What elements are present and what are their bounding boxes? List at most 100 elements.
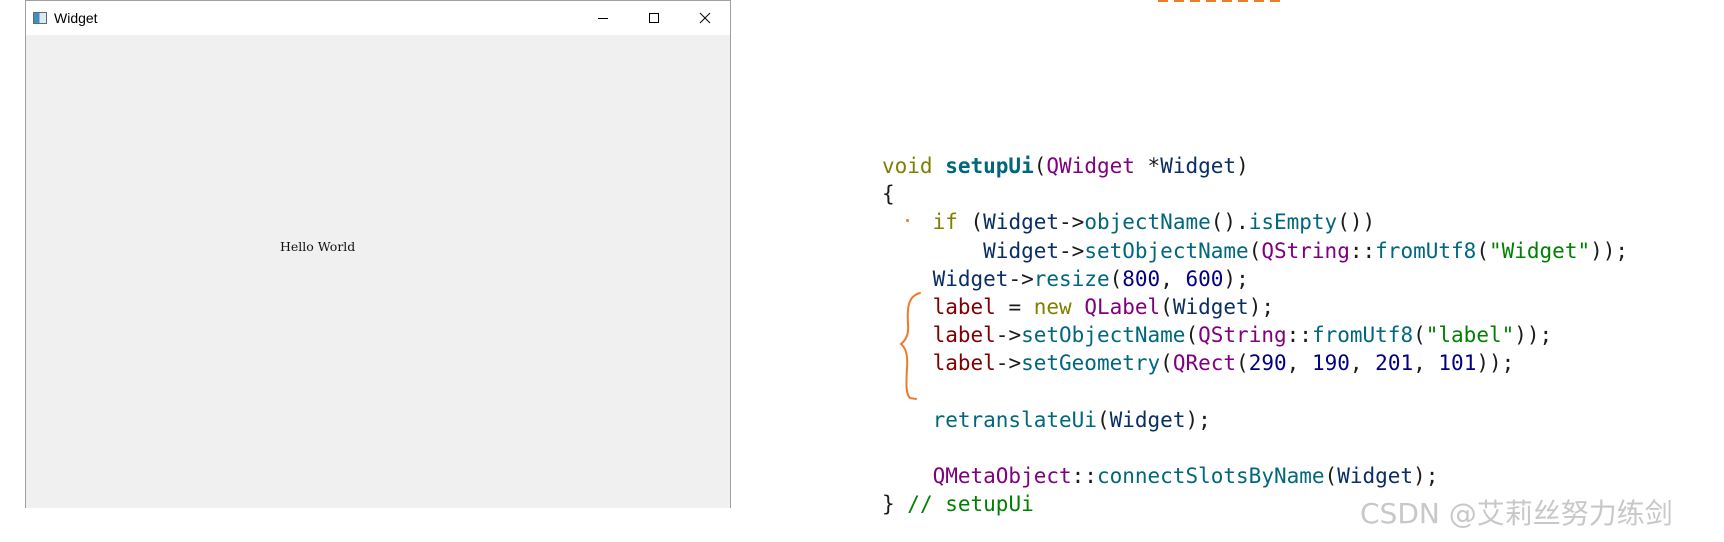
code-token: 800 bbox=[1122, 266, 1161, 291]
app-window: Widget Hello World bbox=[25, 0, 731, 508]
code-token: setObjectName bbox=[1021, 323, 1186, 348]
code-token: QRect bbox=[1172, 351, 1237, 376]
code-token: ); bbox=[1223, 266, 1249, 291]
code-token: Widget bbox=[983, 210, 1060, 235]
app-window-icon bbox=[33, 12, 47, 24]
code-token: QString bbox=[1261, 238, 1350, 263]
code-token: connectSlotsByName bbox=[1096, 464, 1325, 489]
code-token: 290 bbox=[1248, 351, 1287, 376]
code-token: Widget bbox=[932, 266, 1009, 291]
code-token: } bbox=[882, 492, 908, 517]
code-token: )); bbox=[1514, 323, 1553, 348]
code-token: 201 bbox=[1375, 351, 1414, 376]
code-token: -> bbox=[1059, 210, 1085, 235]
code-listing: void setupUi(QWidget *Widget){ if (Widge… bbox=[882, 152, 1628, 518]
code-token: 101 bbox=[1438, 351, 1477, 376]
code-token: -> bbox=[1059, 238, 1085, 263]
code-token: ()) bbox=[1337, 210, 1376, 235]
code-token: ( bbox=[1109, 266, 1123, 291]
code-token: setObjectName bbox=[1084, 238, 1249, 263]
code-token: , bbox=[1349, 351, 1376, 376]
minimize-button[interactable] bbox=[577, 1, 628, 35]
code-token: ( bbox=[1236, 351, 1249, 376]
code-token: ( bbox=[1160, 351, 1173, 376]
code-token: (). bbox=[1210, 210, 1249, 235]
code-token: new bbox=[1033, 294, 1085, 319]
code-token: { bbox=[882, 182, 895, 207]
code-line: Widget->resize(800, 600); bbox=[882, 265, 1628, 293]
maximize-button[interactable] bbox=[628, 1, 679, 35]
code-token: -> bbox=[995, 323, 1022, 348]
code-line: void setupUi(QWidget *Widget) bbox=[882, 152, 1628, 180]
code-line: label->setObjectName(QString::fromUtf8("… bbox=[882, 321, 1628, 349]
code-token: Widget bbox=[1337, 464, 1414, 489]
code-token: void bbox=[882, 154, 946, 178]
code-token: -> bbox=[1008, 266, 1034, 291]
code-token: isEmpty bbox=[1248, 210, 1338, 235]
code-token: ( bbox=[1096, 407, 1110, 432]
code-token: label bbox=[932, 294, 996, 319]
code-token: fromUtf8 bbox=[1375, 238, 1477, 263]
minimize-icon bbox=[597, 18, 608, 19]
window-client-area: Hello World bbox=[26, 35, 730, 508]
close-icon bbox=[699, 12, 710, 24]
code-token: "Widget" bbox=[1488, 238, 1591, 263]
code-token: ) bbox=[1236, 154, 1249, 178]
code-token: , bbox=[1160, 266, 1186, 291]
code-token: QWidget bbox=[1046, 154, 1135, 178]
code-token: :: bbox=[1286, 323, 1312, 348]
code-token: ( bbox=[1324, 464, 1338, 489]
code-token: ); bbox=[1413, 464, 1439, 489]
code-token: ( bbox=[1413, 323, 1426, 348]
code-token: ); bbox=[1248, 294, 1274, 319]
code-line: QMetaObject::connectSlotsByName(Widget); bbox=[882, 462, 1628, 490]
code-token: )); bbox=[1476, 351, 1515, 376]
code-token: * bbox=[1134, 154, 1161, 178]
close-button[interactable] bbox=[679, 1, 730, 35]
code-token: , bbox=[1286, 351, 1312, 376]
code-token: setGeometry bbox=[1021, 351, 1161, 376]
code-token: label bbox=[932, 351, 996, 376]
code-token: fromUtf8 bbox=[1311, 323, 1414, 348]
code-token: setupUi bbox=[945, 154, 1034, 178]
code-token: retranslateUi bbox=[932, 407, 1097, 432]
watermark: CSDN @艾莉丝努力练剑 bbox=[1360, 497, 1673, 530]
code-token: 600 bbox=[1185, 266, 1224, 291]
code-token: resize bbox=[1033, 266, 1110, 291]
code-token: objectName bbox=[1084, 210, 1211, 235]
code-token: ); bbox=[1185, 407, 1211, 432]
code-line: label = new QLabel(Widget); bbox=[882, 293, 1628, 321]
code-token: )); bbox=[1590, 238, 1629, 263]
code-line: label->setGeometry(QRect(290, 190, 201, … bbox=[882, 349, 1628, 377]
annotation-top-mark bbox=[1158, 0, 1280, 2]
code-token: QMetaObject bbox=[932, 464, 1072, 489]
title-bar[interactable]: Widget bbox=[26, 1, 730, 35]
code-token: -> bbox=[995, 351, 1022, 376]
code-line: { bbox=[882, 180, 1628, 208]
code-token: 190 bbox=[1311, 351, 1350, 376]
code-token: Widget bbox=[1160, 154, 1237, 178]
code-token: , bbox=[1413, 351, 1439, 376]
code-token: ( bbox=[1160, 294, 1173, 319]
code-token: ( bbox=[957, 210, 984, 235]
code-line: retranslateUi(Widget); bbox=[882, 406, 1628, 434]
code-token: :: bbox=[1349, 238, 1376, 263]
code-token: // setupUi bbox=[907, 492, 1034, 517]
code-token: QLabel bbox=[1084, 294, 1161, 319]
window-controls bbox=[577, 1, 730, 35]
code-line: if (Widget->objectName().isEmpty()) bbox=[882, 208, 1628, 236]
code-token: Widget bbox=[1109, 407, 1186, 432]
code-token: ( bbox=[1033, 154, 1047, 178]
code-token: Widget bbox=[1172, 294, 1249, 319]
code-token: ( bbox=[1248, 238, 1262, 263]
code-line: Widget->setObjectName(QString::fromUtf8(… bbox=[882, 237, 1628, 265]
